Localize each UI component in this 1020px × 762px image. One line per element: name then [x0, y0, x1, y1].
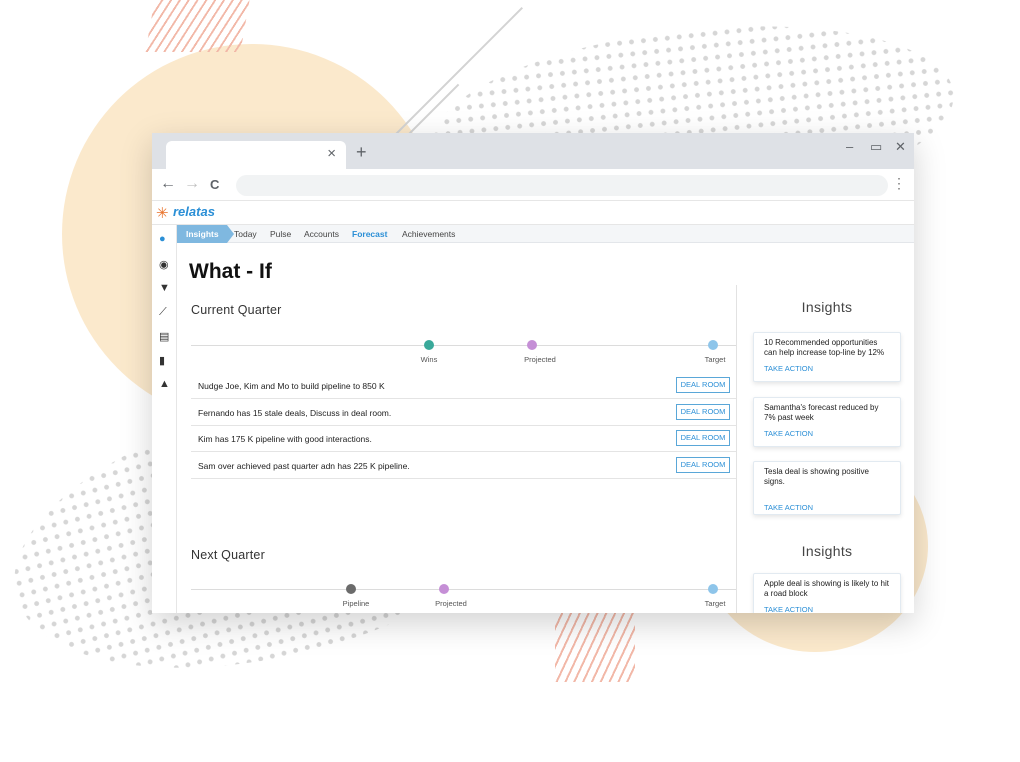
projected-label: Projected	[435, 599, 467, 608]
pipeline-marker	[346, 584, 356, 594]
browser-titlebar: × + – ▭ ✕	[152, 133, 914, 169]
wins-label: Wins	[420, 355, 438, 364]
nav-tab-accounts[interactable]: Accounts	[304, 229, 339, 239]
action-row: Fernando has 15 stale deals, Discuss in …	[191, 400, 736, 426]
funnel-icon[interactable]: ▼	[159, 282, 170, 294]
action-text: Fernando has 15 stale deals, Discuss in …	[198, 408, 392, 418]
insights-title: Insights	[801, 299, 853, 315]
new-tab-icon[interactable]: +	[356, 142, 367, 163]
take-action-link[interactable]: TAKE ACTION	[764, 364, 890, 373]
action-text: Kim has 175 K pipeline with good interac…	[198, 434, 372, 444]
next-quarter-track	[191, 589, 736, 590]
insight-card: Apple deal is showing is likely to hit a…	[753, 573, 901, 613]
nav-tab-forecast[interactable]: Forecast	[352, 229, 387, 239]
action-row: Sam over achieved past quarter adn has 2…	[191, 453, 736, 479]
app-header: ✳ relatas	[152, 201, 914, 225]
page-title: What - If	[189, 260, 272, 283]
projected-marker	[527, 340, 537, 350]
insight-card: Samantha's forecast reduced by 7% past w…	[753, 397, 901, 447]
nav-tab-today[interactable]: Today	[234, 229, 257, 239]
stripe-pattern-top	[145, 0, 250, 52]
nav-tab-pulse[interactable]: Pulse	[270, 229, 291, 239]
next-quarter-title: Next Quarter	[191, 548, 265, 562]
insight-card: Tesla deal is showing positive signs. TA…	[753, 461, 901, 515]
panel-divider	[736, 285, 737, 613]
action-text: Nudge Joe, Kim and Mo to build pipeline …	[198, 381, 385, 391]
top-nav: Insights Today Pulse Accounts Forecast A…	[177, 225, 914, 243]
back-arrow-icon[interactable]: ←	[160, 175, 176, 193]
insight-card: 10 Recommended opportunities can help in…	[753, 332, 901, 382]
browser-toolbar: ← → C ⋮	[152, 169, 914, 201]
insight-text: Tesla deal is showing positive signs.	[764, 467, 869, 486]
current-quarter-track	[191, 345, 736, 346]
projected-marker	[439, 584, 449, 594]
insight-text: Samantha's forecast reduced by 7% past w…	[764, 403, 879, 422]
target-label: Target	[704, 355, 726, 364]
browser-menu-icon[interactable]: ⋮	[892, 175, 906, 192]
minimize-icon[interactable]: –	[846, 139, 853, 154]
take-action-link[interactable]: TAKE ACTION	[764, 503, 890, 512]
target-marker	[708, 340, 718, 350]
chat-icon[interactable]: ◉	[159, 258, 169, 271]
target-label: Target	[704, 599, 726, 608]
take-action-link[interactable]: TAKE ACTION	[764, 429, 890, 438]
insight-text: 10 Recommended opportunities can help in…	[764, 338, 885, 357]
browser-tab[interactable]: ×	[166, 141, 346, 169]
lightbulb-icon[interactable]: ●	[159, 233, 166, 245]
take-action-link[interactable]: TAKE ACTION	[764, 605, 890, 613]
side-rail: ● ◉ ▼ ⟋ ▤ ▮ ▲	[152, 225, 177, 613]
app-logo[interactable]: relatas	[173, 204, 215, 219]
close-window-icon[interactable]: ✕	[895, 139, 906, 155]
deal-room-button[interactable]: DEAL ROOM	[676, 430, 730, 446]
id-card-icon[interactable]: ▤	[159, 330, 169, 343]
stripe-pattern-bottom	[555, 612, 635, 682]
insight-text: Apple deal is showing is likely to hit a…	[764, 579, 889, 598]
browser-window: × + – ▭ ✕ ← → C ⋮ ✳ relatas ● ◉ ▼ ⟋ ▤ ▮ …	[152, 133, 914, 613]
target-marker	[708, 584, 718, 594]
nav-tab-achievements[interactable]: Achievements	[402, 229, 455, 239]
deal-room-button[interactable]: DEAL ROOM	[676, 457, 730, 473]
bell-icon[interactable]: ▲	[159, 378, 170, 390]
logo-sun-icon: ✳	[156, 205, 169, 222]
maximize-icon[interactable]: ▭	[870, 139, 882, 155]
action-text: Sam over achieved past quarter adn has 2…	[198, 461, 410, 471]
reload-icon[interactable]: C	[210, 177, 219, 192]
wins-marker	[424, 340, 434, 350]
current-quarter-title: Current Quarter	[191, 303, 282, 317]
document-icon[interactable]: ▮	[159, 354, 165, 367]
forward-arrow-icon[interactable]: →	[184, 175, 200, 193]
insights-title: Insights	[801, 543, 853, 559]
nav-tab-insights[interactable]: Insights	[177, 225, 234, 243]
address-bar[interactable]	[236, 175, 888, 196]
deal-room-button[interactable]: DEAL ROOM	[676, 404, 730, 420]
deal-room-button[interactable]: DEAL ROOM	[676, 377, 730, 393]
pipeline-label: Pipeline	[342, 599, 370, 608]
action-row: Nudge Joe, Kim and Mo to build pipeline …	[191, 373, 736, 399]
action-row: Kim has 175 K pipeline with good interac…	[191, 426, 736, 452]
close-tab-icon[interactable]: ×	[327, 145, 336, 162]
chart-icon[interactable]: ⟋	[159, 306, 167, 319]
projected-label: Projected	[524, 355, 556, 364]
